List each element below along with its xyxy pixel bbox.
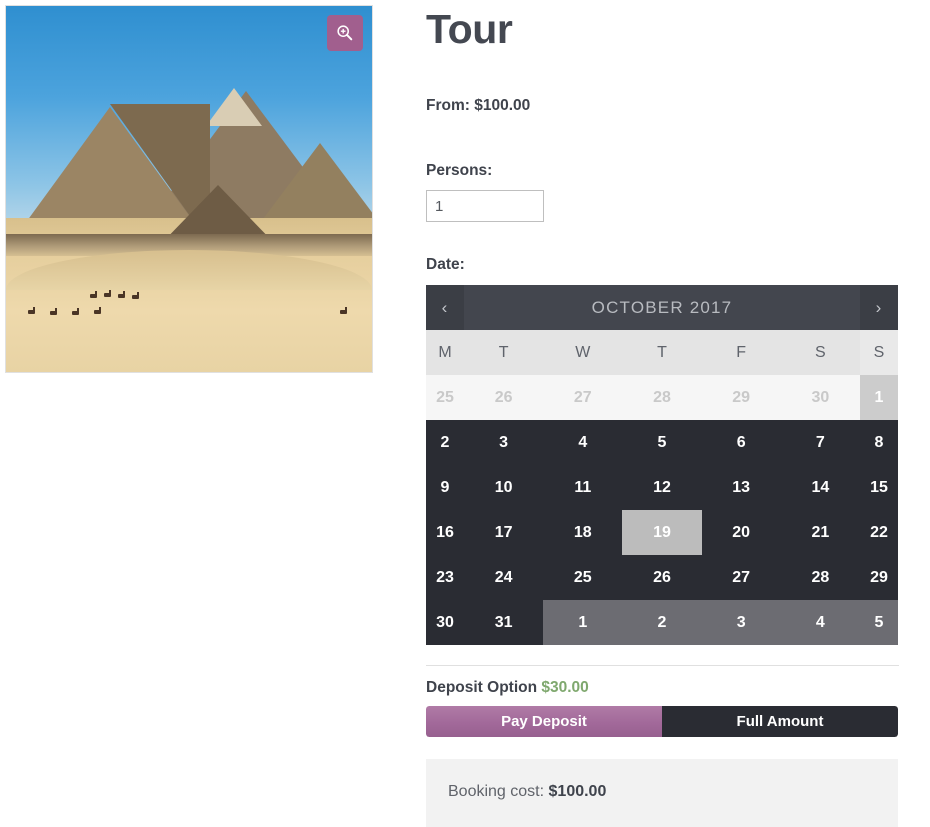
calendar-day-cell[interactable]: 1 <box>860 375 898 421</box>
deposit-amount: $30.00 <box>541 679 589 697</box>
calendar-body: 25 26 27 28 29 30 1 2 3 4 5 6 7 8 9 10 11 12 13 14 15 16 17 18 1… <box>426 375 898 646</box>
calendar-week-row: 25 26 27 28 29 30 1 <box>426 375 898 421</box>
calendar-day-cell[interactable]: 5 <box>622 420 702 466</box>
calendar-day-cell: 30 <box>780 375 860 421</box>
calendar-day-cell[interactable]: 29 <box>860 555 898 601</box>
deposit-section: Deposit Option $30.00 Pay Deposit Full A… <box>426 665 899 738</box>
calendar-prev-month-button[interactable]: ‹ <box>426 285 464 331</box>
calendar-day-cell[interactable]: 27 <box>701 555 781 601</box>
camel <box>28 307 35 314</box>
page-title: Tour <box>426 6 513 52</box>
calendar-day-cell[interactable]: 4 <box>543 420 623 466</box>
calendar-week-row: 2345678 <box>426 420 898 466</box>
booking-page: Tour From: $100.00 Persons: Date: ‹ OCTO… <box>0 0 930 827</box>
persons-input[interactable] <box>426 190 544 223</box>
weekday-header: T <box>464 330 544 376</box>
deposit-option-label: Deposit Option <box>426 679 538 697</box>
calendar-week-row: 30 31 1 2 3 4 5 <box>426 600 898 646</box>
calendar-day-cell[interactable]: 14 <box>780 465 860 511</box>
calendar-day-cell[interactable]: 13 <box>701 465 781 511</box>
deposit-option-line: Deposit Option $30.00 <box>426 679 899 697</box>
calendar-day-cell[interactable]: 16 <box>426 510 464 556</box>
persons-field-group: Persons: <box>426 162 899 223</box>
camel <box>132 292 139 299</box>
calendar-day-cell: 4 <box>780 600 860 646</box>
product-image-gallery[interactable] <box>5 5 373 373</box>
calendar-day-cell[interactable]: 28 <box>780 555 860 601</box>
calendar-day-cell[interactable]: 23 <box>426 555 464 601</box>
calendar-next-month-button[interactable]: › <box>860 285 898 331</box>
booking-summary: Tour From: $100.00 Persons: Date: ‹ OCTO… <box>426 0 899 827</box>
calendar-day-cell[interactable]: 30 <box>426 600 464 646</box>
calendar-day-cell: 5 <box>860 600 898 646</box>
calendar-day-cell[interactable]: 9 <box>426 465 464 511</box>
calendar-day-cell: 1 <box>543 600 623 646</box>
camel <box>340 307 347 314</box>
weekday-header: F <box>701 330 781 376</box>
calendar-day-cell: 29 <box>701 375 781 421</box>
calendar-day-cell[interactable]: 31 <box>464 600 544 646</box>
calendar-day-cell[interactable]: 6 <box>701 420 781 466</box>
booking-cost-panel: Booking cost: $100.00 <box>426 759 898 827</box>
calendar-day-cell: 3 <box>701 600 781 646</box>
calendar-day-cell: 26 <box>464 375 544 421</box>
calendar-day-cell: 28 <box>622 375 702 421</box>
date-picker-calendar[interactable]: ‹ OCTOBER 2017 › M T W T F S S 25 26 27 28 2… <box>426 285 898 646</box>
calendar-day-cell[interactable]: 24 <box>464 555 544 601</box>
weekday-header: T <box>622 330 702 376</box>
date-field-group: Date: ‹ OCTOBER 2017 › M T W T F S S 25 … <box>426 256 899 646</box>
weekday-header: W <box>543 330 623 376</box>
calendar-day-cell: 2 <box>622 600 702 646</box>
calendar-month-title: OCTOBER 2017 <box>464 285 860 331</box>
camel <box>50 308 57 315</box>
full-amount-button[interactable]: Full Amount <box>662 706 898 738</box>
calendar-day-cell[interactable]: 19 <box>622 510 702 556</box>
calendar-week-row: 16 17 18 19 20 21 22 <box>426 510 898 556</box>
camel <box>90 291 97 298</box>
calendar-day-cell[interactable]: 10 <box>464 465 544 511</box>
calendar-day-cell[interactable]: 17 <box>464 510 544 556</box>
calendar-day-cell[interactable]: 12 <box>622 465 702 511</box>
camel <box>94 307 101 314</box>
camel <box>104 290 111 297</box>
zoom-in-button[interactable] <box>327 15 363 51</box>
pay-deposit-button[interactable]: Pay Deposit <box>426 706 662 738</box>
calendar-week-row: 23 24 25 26 27 28 29 <box>426 555 898 601</box>
product-photo-pyramids <box>6 6 372 372</box>
camel <box>72 308 79 315</box>
calendar-day-cell[interactable]: 20 <box>701 510 781 556</box>
calendar-day-cell[interactable]: 11 <box>543 465 623 511</box>
section-divider <box>426 665 899 667</box>
weekday-header: S <box>860 330 898 376</box>
weekday-header: S <box>780 330 860 376</box>
calendar-week-row: 9 10 11 12 13 14 15 <box>426 465 898 511</box>
date-label: Date: <box>426 256 465 274</box>
camel <box>118 291 125 298</box>
calendar-day-cell[interactable]: 15 <box>860 465 898 511</box>
calendar-day-cell[interactable]: 25 <box>543 555 623 601</box>
calendar-day-cell[interactable]: 21 <box>780 510 860 556</box>
weekday-header: M <box>426 330 464 376</box>
from-price-label: From: $100.00 <box>426 97 531 115</box>
booking-cost-value: $100.00 <box>548 783 607 801</box>
pyramid-khafre-cap <box>206 88 262 126</box>
calendar-day-cell[interactable]: 26 <box>622 555 702 601</box>
calendar-day-cell: 27 <box>543 375 623 421</box>
calendar-day-cell[interactable]: 3 <box>464 420 544 466</box>
magnifier-plus-icon <box>337 25 353 41</box>
calendar-header-row: ‹ OCTOBER 2017 › <box>426 285 898 331</box>
booking-cost-label: Booking cost: <box>448 783 545 801</box>
calendar-day-cell[interactable]: 18 <box>543 510 623 556</box>
calendar-day-cell[interactable]: 8 <box>860 420 898 466</box>
calendar-day-cell[interactable]: 7 <box>780 420 860 466</box>
calendar-day-cell: 25 <box>426 375 464 421</box>
payment-option-toggle: Pay Deposit Full Amount <box>426 706 898 738</box>
calendar-day-cell[interactable]: 2 <box>426 420 464 466</box>
calendar-weekday-row: M T W T F S S <box>426 330 898 376</box>
persons-label: Persons: <box>426 162 493 180</box>
calendar-day-cell[interactable]: 22 <box>860 510 898 556</box>
